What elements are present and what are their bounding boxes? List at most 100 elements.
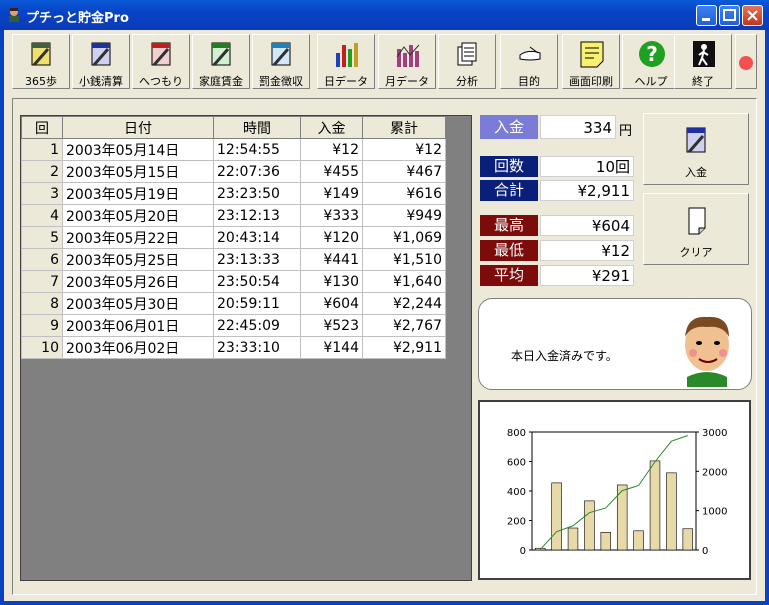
cumulative-cell[interactable]: ¥949	[362, 204, 446, 227]
table-row[interactable]: 7 2003年05月26日 23:50:54 ¥130 ¥1,640	[21, 270, 446, 293]
column-header[interactable]: 累計	[362, 116, 446, 139]
date-cell[interactable]: 2003年05月19日	[62, 182, 214, 205]
bar	[567, 527, 579, 551]
min-label: 最低	[480, 240, 538, 261]
table-row[interactable]: 4 2003年05月20日 23:12:13 ¥333 ¥949	[21, 204, 446, 227]
minimize-button[interactable]	[696, 5, 717, 26]
deposit-label: 入金	[480, 115, 538, 139]
row-number-cell[interactable]: 1	[21, 138, 63, 161]
tool-exit-button[interactable]: 終了	[674, 34, 732, 89]
close-button[interactable]	[742, 5, 763, 26]
column-header[interactable]: 日付	[62, 116, 214, 139]
maximize-button[interactable]	[719, 5, 740, 26]
row-number-cell[interactable]: 4	[21, 204, 63, 227]
cumulative-cell[interactable]: ¥467	[362, 160, 446, 183]
table-row[interactable]: 2 2003年05月15日 22:07:36 ¥455 ¥467	[21, 160, 446, 183]
amount-cell[interactable]: ¥149	[300, 182, 363, 205]
count-label: 回数	[480, 156, 538, 177]
date-cell[interactable]: 2003年06月01日	[62, 314, 214, 337]
amount-cell[interactable]: ¥455	[300, 160, 363, 183]
notebook-pen-icon	[151, 42, 171, 66]
table-row[interactable]: 10 2003年06月02日 23:33:10 ¥144 ¥2,911	[21, 336, 446, 359]
row-number-cell[interactable]: 8	[21, 292, 63, 315]
maximize-icon	[723, 9, 736, 21]
tool-fine-button[interactable]: 罰金徴収	[252, 34, 310, 89]
date-cell[interactable]: 2003年05月26日	[62, 270, 214, 293]
amount-cell[interactable]: ¥12	[300, 138, 363, 161]
deposit-table: 回 日付 時間 入金 累計 1 2003年05月14日 12:54:55 ¥12 ¥12…	[21, 116, 446, 359]
date-cell[interactable]: 2003年05月14日	[62, 138, 214, 161]
cumulative-cell[interactable]: ¥12	[362, 138, 446, 161]
cumulative-cell[interactable]: ¥2,244	[362, 292, 446, 315]
amount-cell[interactable]: ¥120	[300, 226, 363, 249]
deposit-grid[interactable]: 回 日付 時間 入金 累計 1 2003年05月14日 12:54:55 ¥12 ¥12…	[20, 115, 472, 581]
tool-help-button[interactable]: ? ヘルプ	[622, 34, 680, 89]
tool-goal-button[interactable]: 目的	[500, 34, 558, 89]
date-cell[interactable]: 2003年05月22日	[62, 226, 214, 249]
date-cell[interactable]: 2003年05月20日	[62, 204, 214, 227]
deposit-button[interactable]: 入金	[643, 113, 749, 185]
table-row[interactable]: 3 2003年05月19日 23:23:50 ¥149 ¥616	[21, 182, 446, 205]
table-row[interactable]: 8 2003年05月30日 20:59:11 ¥604 ¥2,244	[21, 292, 446, 315]
row-number-cell[interactable]: 2	[21, 160, 63, 183]
amount-cell[interactable]: ¥441	[300, 248, 363, 271]
table-row[interactable]: 9 2003年06月01日 22:45:09 ¥523 ¥2,767	[21, 314, 446, 337]
date-cell[interactable]: 2003年05月15日	[62, 160, 214, 183]
tool-hesokuri-button[interactable]: へつもり	[132, 34, 190, 89]
tool-daily-data-button[interactable]: 日データ	[317, 34, 375, 89]
chart-svg: 0 200 400 600 800 0 1000 2000 3000	[507, 428, 728, 557]
time-cell[interactable]: 20:43:14	[213, 226, 301, 249]
cumulative-cell[interactable]: ¥1,640	[362, 270, 446, 293]
time-cell[interactable]: 23:13:33	[213, 248, 301, 271]
tool-365-button[interactable]: 365歩	[12, 34, 70, 89]
row-number-cell[interactable]: 7	[21, 270, 63, 293]
amount-cell[interactable]: ¥144	[300, 336, 363, 359]
row-number-cell[interactable]: 3	[21, 182, 63, 205]
amount-cell[interactable]: ¥130	[300, 270, 363, 293]
table-row[interactable]: 5 2003年05月22日 20:43:14 ¥120 ¥1,069	[21, 226, 446, 249]
bar-chart-icon	[396, 44, 420, 67]
svg-text:?: ?	[646, 42, 658, 66]
tool-coin-settle-button[interactable]: 小銭清算	[72, 34, 130, 89]
y2-tick-label: 2000	[702, 467, 727, 478]
title-bar[interactable]: プチっと貯金Pro	[0, 0, 769, 30]
cumulative-cell[interactable]: ¥616	[362, 182, 446, 205]
cumulative-cell[interactable]: ¥1,069	[362, 226, 446, 249]
table-row[interactable]: 1 2003年05月14日 12:54:55 ¥12 ¥12	[21, 138, 446, 161]
date-cell[interactable]: 2003年06月02日	[62, 336, 214, 359]
amount-cell[interactable]: ¥333	[300, 204, 363, 227]
time-cell[interactable]: 20:59:11	[213, 292, 301, 315]
tool-home-wage-button[interactable]: 家庭賃金	[192, 34, 250, 89]
tool-monthly-data-button[interactable]: 月データ	[378, 34, 436, 89]
bar	[551, 482, 562, 551]
row-number-cell[interactable]: 5	[21, 226, 63, 249]
cumulative-cell[interactable]: ¥2,911	[362, 336, 446, 359]
column-header[interactable]: 入金	[300, 116, 363, 139]
row-number-cell[interactable]: 10	[21, 336, 63, 359]
row-number-cell[interactable]: 6	[21, 248, 63, 271]
cumulative-cell[interactable]: ¥1,510	[362, 248, 446, 271]
cumulative-cell[interactable]: ¥2,767	[362, 314, 446, 337]
row-number-cell[interactable]: 9	[21, 314, 63, 337]
tool-print-screen-button[interactable]: 画面印刷	[562, 34, 620, 89]
clear-button[interactable]: クリア	[643, 193, 749, 265]
amount-cell[interactable]: ¥604	[300, 292, 363, 315]
date-cell[interactable]: 2003年05月25日	[62, 248, 214, 271]
deposit-input[interactable]: 334	[540, 115, 616, 139]
time-cell[interactable]: 22:07:36	[213, 160, 301, 183]
column-header[interactable]: 時間	[213, 116, 301, 139]
time-cell[interactable]: 23:33:10	[213, 336, 301, 359]
time-cell[interactable]: 23:12:13	[213, 204, 301, 227]
table-row[interactable]: 6 2003年05月25日 23:13:33 ¥441 ¥1,510	[21, 248, 446, 271]
date-cell[interactable]: 2003年05月30日	[62, 292, 214, 315]
bar	[666, 472, 677, 551]
tool-analysis-button[interactable]: 分析	[438, 34, 496, 89]
time-cell[interactable]: 22:45:09	[213, 314, 301, 337]
y2-tick-label: 3000	[702, 428, 727, 439]
column-header[interactable]: 回	[21, 116, 63, 139]
minimize-icon	[702, 18, 710, 21]
time-cell[interactable]: 23:23:50	[213, 182, 301, 205]
time-cell[interactable]: 12:54:55	[213, 138, 301, 161]
time-cell[interactable]: 23:50:54	[213, 270, 301, 293]
amount-cell[interactable]: ¥523	[300, 314, 363, 337]
